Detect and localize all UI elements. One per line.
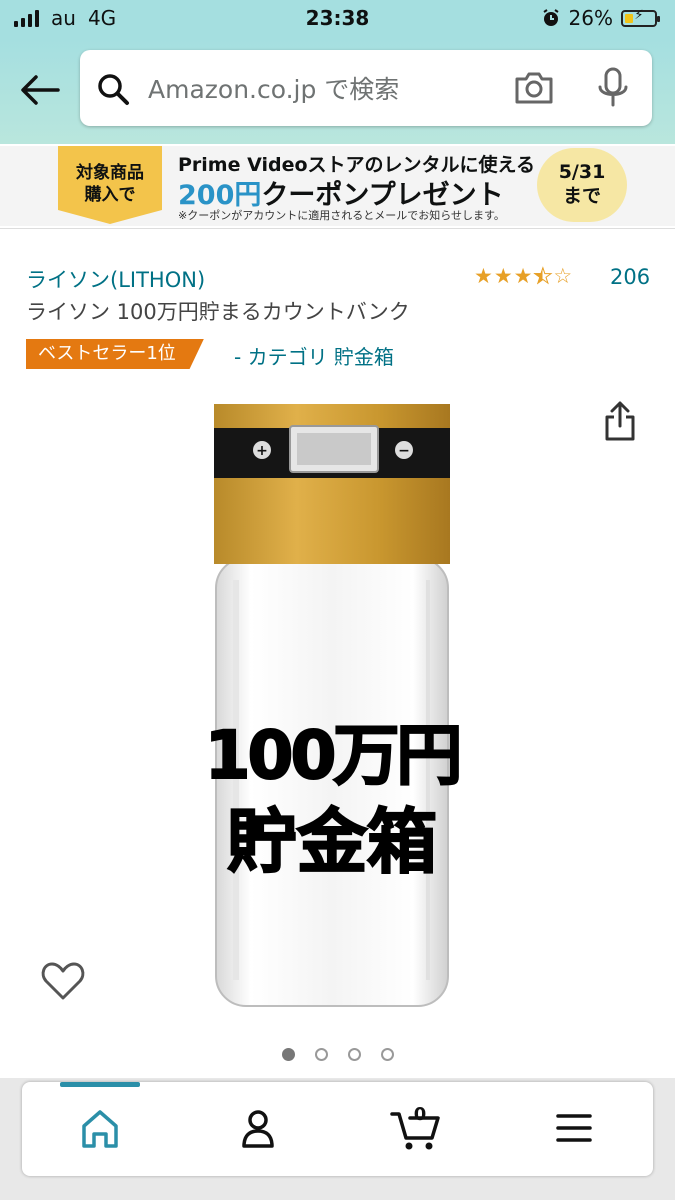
status-bar: au 4G 23:38 26% ⚡ [0, 0, 675, 40]
review-count[interactable]: 206 [610, 265, 650, 289]
lcd-plus-label: + [256, 443, 268, 459]
promo-date-badge: 5/31 まで [537, 148, 627, 222]
cart-count: 0 [414, 1104, 427, 1125]
search-box[interactable] [80, 50, 652, 126]
star-full-icon: ★ [474, 264, 493, 288]
battery-icon: ⚡ [621, 8, 660, 27]
carousel-dot[interactable] [314, 1048, 328, 1061]
back-arrow-icon[interactable] [18, 70, 62, 110]
product-title: ライソン 100万円貯まるカウントバンク [26, 300, 410, 324]
share-icon[interactable] [603, 400, 637, 442]
product-image[interactable]: + − 100万円 貯金箱 [200, 400, 462, 1012]
image-text-amount: 100万円 [205, 717, 460, 794]
account-icon[interactable] [228, 1100, 288, 1156]
carousel-dots[interactable] [0, 1048, 675, 1061]
promo-tag-line1: 対象商品 [76, 163, 144, 183]
star-full-icon: ★ [513, 264, 533, 288]
battery-percent: 26% [568, 6, 613, 30]
carousel-dot[interactable] [380, 1048, 394, 1061]
bestseller-badge[interactable]: ベストセラー1位 [26, 339, 204, 369]
menu-icon[interactable] [544, 1100, 604, 1156]
camera-icon[interactable] [513, 69, 555, 107]
heart-icon[interactable] [40, 960, 86, 1002]
mic-icon[interactable] [595, 67, 631, 109]
star-full-icon: ★ [493, 264, 513, 288]
divider [0, 228, 675, 229]
alarm-icon [542, 9, 559, 26]
image-text-bank: 貯金箱 [227, 801, 437, 883]
promo-date-suffix: まで [562, 185, 601, 207]
tab-active-indicator [60, 1082, 140, 1087]
promo-banner[interactable]: 対象商品 購入で Prime Videoストアのレンタルに使える 200円クーポ… [0, 146, 675, 226]
promo-date: 5/31 [558, 161, 606, 183]
carousel-dot[interactable] [347, 1048, 361, 1061]
lcd-minus-label: − [398, 443, 410, 459]
header [0, 40, 675, 144]
star-empty-icon: ☆ [553, 264, 573, 288]
star-rating[interactable]: ★ ★ ★ ★ ☆ [474, 264, 573, 288]
carousel-dot[interactable] [281, 1048, 295, 1061]
search-input[interactable] [146, 66, 490, 112]
promo-tag: 対象商品 購入で [58, 146, 162, 224]
search-icon [98, 74, 129, 105]
promo-note: ※クーポンがアカウントに適用されるとメールでお知らせします。 [178, 209, 505, 222]
star-half-icon: ★ [533, 264, 553, 288]
home-icon[interactable] [70, 1100, 130, 1156]
category-link[interactable]: - カテゴリ 貯金箱 [234, 341, 394, 370]
brand-link[interactable]: ライソン(LITHON) [26, 264, 205, 294]
cart-icon[interactable]: 0 [386, 1100, 446, 1156]
promo-tag-line2: 購入で [84, 185, 136, 205]
